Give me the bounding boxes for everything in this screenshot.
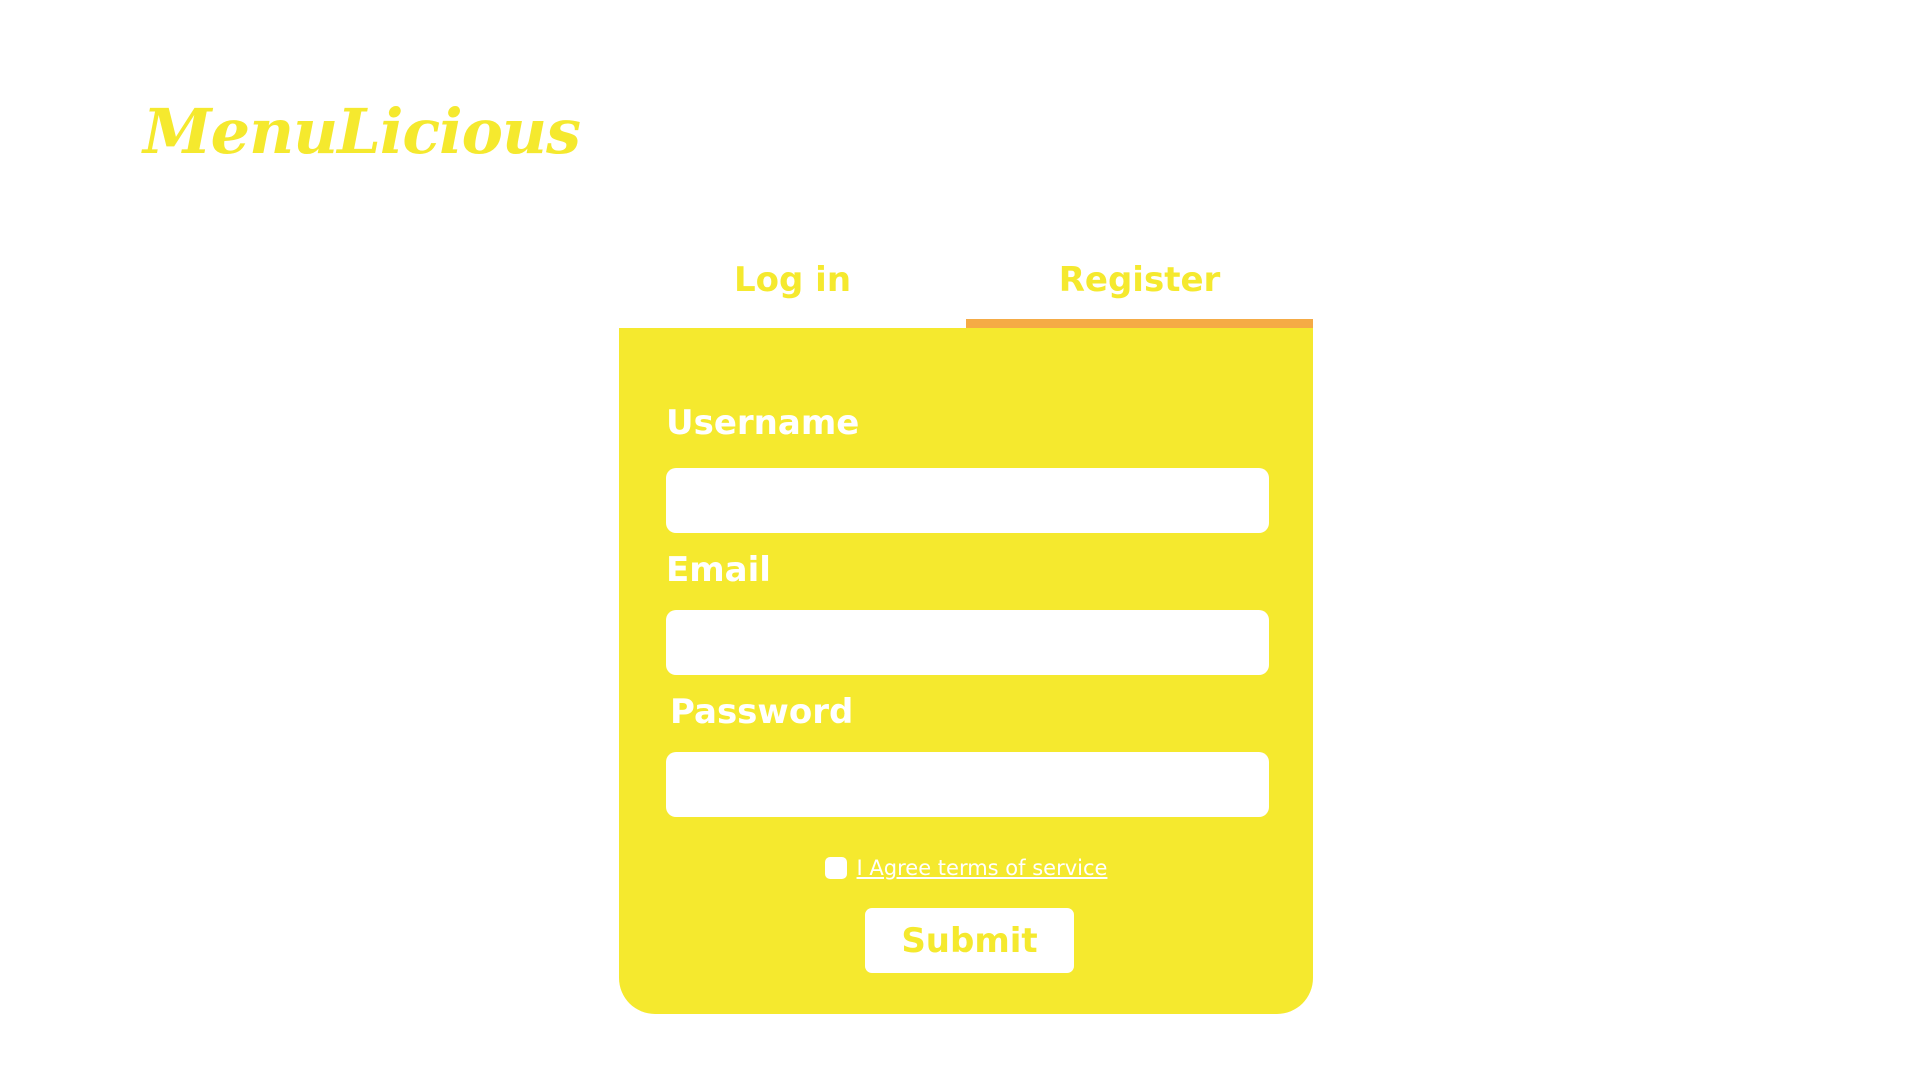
auth-panel: Log in Register Username Email Password … (619, 248, 1313, 1014)
terms-row: I Agree terms of service (619, 856, 1313, 880)
tab-login[interactable]: Log in (619, 248, 966, 328)
terms-checkbox[interactable] (824, 857, 847, 879)
email-input[interactable] (666, 610, 1269, 675)
password-label: Password (670, 692, 854, 732)
tab-register[interactable]: Register (966, 248, 1313, 328)
submit-button[interactable]: Submit (865, 908, 1074, 973)
username-label: Username (666, 403, 860, 443)
username-input[interactable] (666, 468, 1269, 533)
register-page: MenuLicious Log in Register Username Ema… (0, 0, 1920, 1080)
brand-logo[interactable]: MenuLicious (143, 95, 581, 168)
auth-tabs: Log in Register (619, 248, 1313, 328)
email-label: Email (666, 550, 771, 590)
register-form: Username Email Password I Agree terms of… (619, 328, 1313, 1014)
terms-link[interactable]: I Agree terms of service (857, 856, 1108, 880)
password-input[interactable] (666, 752, 1269, 817)
